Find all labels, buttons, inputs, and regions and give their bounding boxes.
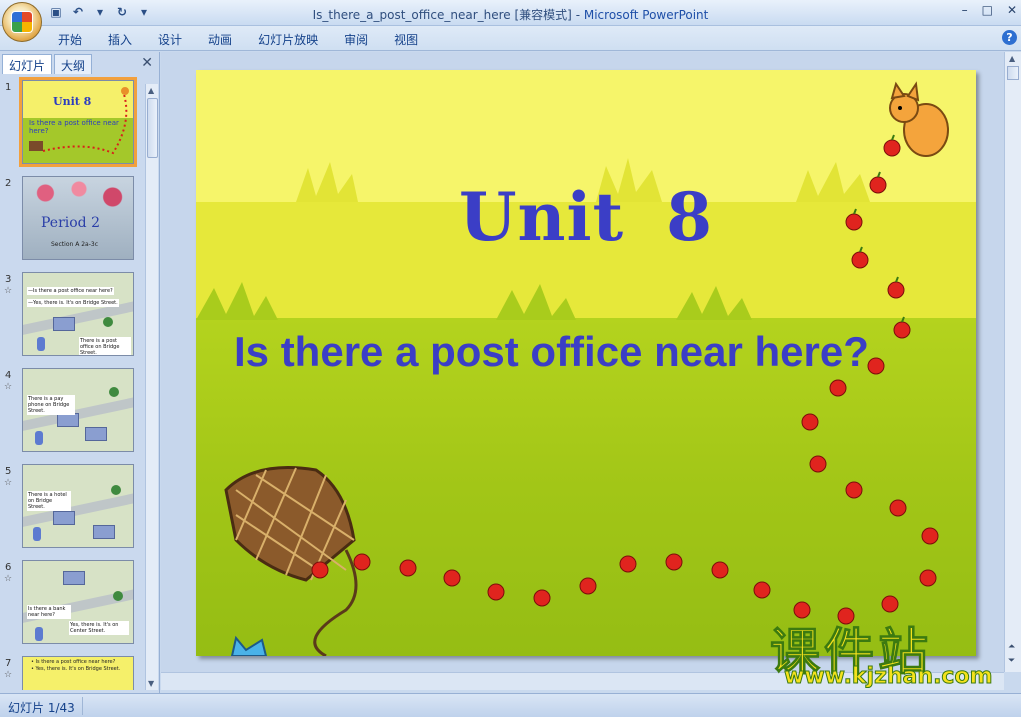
slide-thumbnails: 1 Unit 8 Is there a post office near her… (0, 76, 144, 690)
slide-thumbnail-5[interactable]: 5 ☆ There is a hotel on Bridge Street. (0, 462, 144, 552)
map-kid (35, 627, 43, 641)
thumb-label: There is a pay phone on Bridge Street. (27, 395, 75, 415)
thumb-decoration (29, 87, 129, 155)
status-divider (82, 697, 83, 715)
creature-icon (230, 635, 268, 656)
slide-preview[interactable]: —Is there a post office near here? —Yes,… (22, 272, 134, 356)
title-separator: - (575, 8, 581, 22)
current-slide[interactable]: Unit 8 Is there a post office near here? (196, 70, 976, 656)
slide-thumbnail-2[interactable]: 2 Period 2 Section A 2a-3c (0, 174, 144, 264)
slide-preview[interactable]: Is there a bank near here? Yes, there is… (22, 560, 134, 644)
close-button[interactable]: ✕ (1007, 3, 1017, 17)
thumb-label: —Yes, there is. It's on Bridge Street. (27, 299, 119, 307)
slide-preview[interactable]: Unit 8 Is there a post office near here? (19, 77, 137, 167)
window-controls: – □ ✕ (962, 3, 1017, 17)
slides-pane: 幻灯片 大纲 ✕ 1 Unit 8 Is there a post office… (0, 52, 160, 693)
thumb-label: • Yes, there is. It's on Bridge Street. (31, 666, 121, 672)
scroll-down-icon[interactable]: ▼ (148, 679, 154, 688)
thumb-label: • Is there a post office near here? (31, 659, 116, 665)
map-tree (111, 485, 121, 495)
basket-icon (224, 466, 358, 656)
slide-thumbnail-1[interactable]: 1 Unit 8 Is there a post office near her… (0, 77, 144, 168)
map-building (93, 525, 115, 539)
slide-preview[interactable]: There is a hotel on Bridge Street. (22, 464, 134, 548)
thumbnails-scrollbar[interactable]: ▲ ▼ (145, 84, 158, 690)
pane-tabs: 幻灯片 大纲 (0, 52, 160, 74)
slide-number: 5 (5, 466, 12, 477)
grass-tuft (196, 282, 752, 320)
status-bar: 幻灯片 1/43 (0, 693, 1021, 717)
slide-indicator: 幻灯片 1/43 (8, 701, 75, 715)
animation-star-icon: ☆ (4, 382, 13, 392)
tab-view[interactable]: 视图 (394, 31, 432, 48)
map-building (85, 427, 107, 441)
thumb-label: Yes, there is. It's on Center Street. (69, 621, 129, 635)
map-building (53, 511, 75, 525)
map-kid (35, 431, 43, 445)
minimize-button[interactable]: – (962, 3, 968, 17)
slide-title[interactable]: Unit 8 (196, 178, 976, 256)
animation-star-icon: ☆ (4, 286, 13, 296)
tab-design[interactable]: 设计 (158, 31, 196, 48)
thumb-label: —Is there a post office near here? (27, 287, 114, 295)
blossom-image (23, 177, 133, 217)
window-title: Is_there_a_post_office_near_here [兼容模式] … (0, 6, 1021, 23)
map-tree (103, 317, 113, 327)
tab-review[interactable]: 审阅 (344, 31, 382, 48)
slide-thumbnail-4[interactable]: 4 ☆ There is a pay phone on Bridge Stree… (0, 366, 144, 456)
office-logo-icon (11, 11, 33, 33)
slide-preview[interactable]: • Is there a post office near here? • Ye… (22, 656, 134, 690)
thumb-subtitle: Section A 2a-3c (51, 241, 98, 248)
slide-thumbnail-7[interactable]: 7 ☆ • Is there a post office near here? … (0, 654, 144, 690)
pane-close-icon[interactable]: ✕ (141, 55, 153, 71)
thumb-label: There is a post office on Bridge Street. (79, 337, 131, 355)
animation-star-icon: ☆ (4, 478, 13, 488)
title-bar: ▣ ↶ ▾ ↻ ▾ Is_there_a_post_office_near_he… (0, 0, 1021, 26)
ribbon-tabs: 开始 插入 设计 动画 幻灯片放映 审阅 视图 (58, 31, 444, 48)
thumb-label: There is a hotel on Bridge Street. (27, 491, 71, 511)
map-building (63, 571, 85, 585)
scrollbar-thumb[interactable] (147, 98, 158, 158)
watermark: 课件站 www.kjzhan.com (770, 612, 1010, 692)
scroll-up-icon[interactable]: ▲ (148, 86, 154, 95)
tab-animations[interactable]: 动画 (208, 31, 246, 48)
app-name: Microsoft PowerPoint (583, 8, 709, 22)
map-kid (37, 337, 45, 351)
tab-home[interactable]: 开始 (58, 31, 96, 48)
slide-number: 7 (5, 658, 12, 669)
map-tree (109, 387, 119, 397)
map-kid (33, 527, 41, 541)
slide-number: 3 (5, 274, 12, 285)
restore-button[interactable]: □ (982, 3, 993, 17)
tab-insert[interactable]: 插入 (108, 31, 146, 48)
map-building (57, 413, 79, 427)
scroll-up-icon[interactable]: ▲ (1009, 54, 1015, 63)
slide-subtitle[interactable]: Is there a post office near here? (234, 328, 869, 376)
thumb-label: Is there a bank near here? (27, 605, 71, 619)
slide-preview[interactable]: There is a pay phone on Bridge Street. (22, 368, 134, 452)
thumb-title: Period 2 (41, 215, 100, 231)
slide-editor: Unit 8 Is there a post office near here? (161, 52, 1004, 672)
document-name: Is_there_a_post_office_near_here [兼容模式] (312, 8, 572, 22)
slide-number: 4 (5, 370, 12, 381)
help-icon[interactable]: ? (1002, 30, 1017, 45)
slide-number: 6 (5, 562, 12, 573)
tab-outline[interactable]: 大纲 (54, 54, 93, 74)
slide-number: 2 (5, 178, 12, 189)
office-button[interactable] (2, 2, 42, 42)
animation-star-icon: ☆ (4, 574, 13, 584)
slide-number: 1 (5, 82, 12, 93)
slide-thumbnail-3[interactable]: 3 ☆ —Is there a post office near here? —… (0, 270, 144, 360)
slide-thumbnail-6[interactable]: 6 ☆ Is there a bank near here? Yes, ther… (0, 558, 144, 648)
tab-slideshow[interactable]: 幻灯片放映 (258, 31, 332, 48)
ribbon: 开始 插入 设计 动画 幻灯片放映 审阅 视图 ? (0, 26, 1021, 51)
tab-slides[interactable]: 幻灯片 (2, 54, 53, 74)
map-building (53, 317, 75, 331)
animation-star-icon: ☆ (4, 670, 13, 680)
slide-preview[interactable]: Period 2 Section A 2a-3c (22, 176, 134, 260)
map-tree (113, 591, 123, 601)
scrollbar-thumb[interactable] (1007, 66, 1019, 80)
editor-scrollbar[interactable]: ▲ ⏶ ⏷ (1004, 52, 1021, 672)
watermark-url: www.kjzhan.com (784, 664, 994, 690)
